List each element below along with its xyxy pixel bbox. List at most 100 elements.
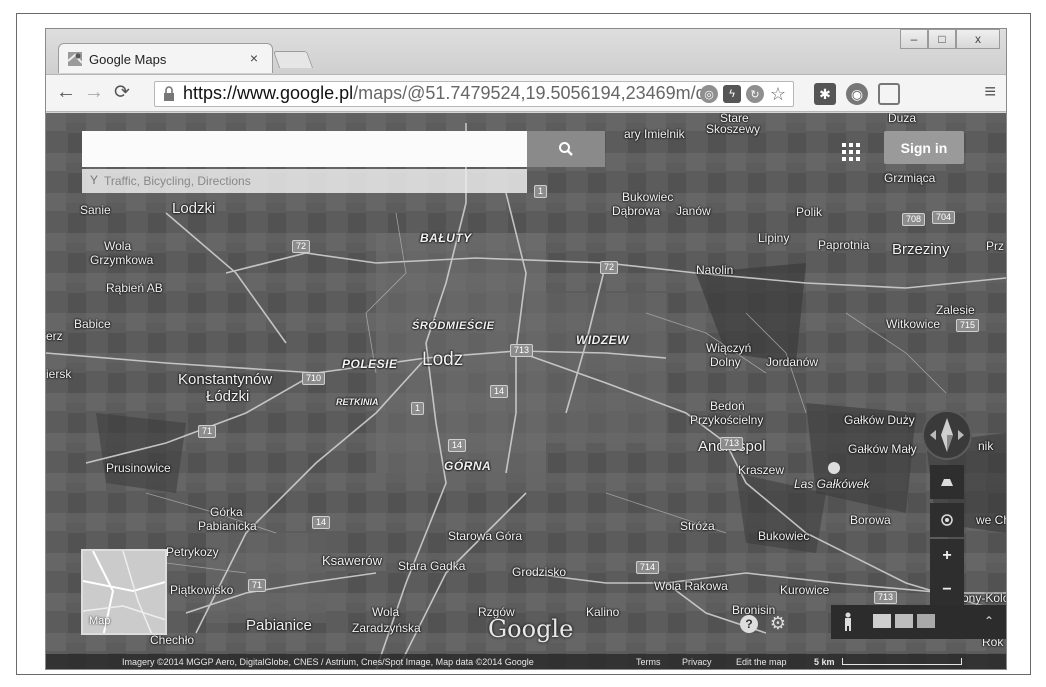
my-location-button[interactable]: [930, 503, 964, 537]
map-label: Górka: [210, 505, 243, 519]
tilt-view-button[interactable]: [930, 465, 964, 499]
map-label: Wola: [372, 605, 400, 619]
map-label: Gałków Mały: [848, 442, 917, 456]
poi-marker-icon[interactable]: [828, 462, 840, 474]
minimize-button[interactable]: –: [900, 29, 928, 49]
map-footer: Imagery ©2014 MGGP Aero, DigitalGlobe, C…: [46, 654, 1006, 669]
extension-asterisk-icon[interactable]: ✱: [814, 83, 836, 105]
hint-text: Traffic, Bicycling, Directions: [104, 174, 251, 188]
close-window-button[interactable]: x: [956, 29, 1000, 49]
location-target-icon: [941, 514, 953, 526]
map-label: Wola: [104, 239, 132, 253]
map-label: Kraszew: [738, 463, 785, 477]
url-path: /maps/@51.7479524,19.5056194,23469m/data…: [353, 83, 703, 103]
url-text: https://www.google.pl/maps/@51.7479524,1…: [183, 83, 703, 104]
map-canvas[interactable]: Duza Stare Skoszewy ary Imielnik Grzmiąc…: [46, 113, 1006, 669]
road-shield: 713: [720, 437, 744, 450]
directions-hint-bar[interactable]: Y Traffic, Bicycling, Directions: [82, 169, 527, 193]
sync-icon[interactable]: ↻: [746, 85, 764, 103]
search-icon: [559, 142, 573, 156]
lock-icon: [164, 86, 174, 101]
map-label: Natolin: [696, 263, 734, 277]
road-shield: 14: [448, 439, 467, 452]
map-label: Bukowiec: [622, 190, 674, 204]
road-shield: 713: [874, 591, 898, 604]
zoom-out-button[interactable]: −: [930, 573, 964, 607]
scale-label: 5 km: [814, 657, 835, 667]
new-tab-button[interactable]: [272, 51, 314, 68]
reload-icon[interactable]: ⟳: [114, 81, 130, 104]
zoom-in-button[interactable]: +: [930, 539, 964, 573]
back-arrow-icon[interactable]: ←: [56, 81, 76, 104]
terms-link[interactable]: Terms: [636, 654, 661, 669]
menu-icon[interactable]: ≡: [984, 81, 996, 104]
forward-arrow-icon[interactable]: →: [84, 81, 104, 104]
tab-google-maps[interactable]: Google Maps ×: [58, 43, 273, 73]
sign-in-button[interactable]: Sign in: [884, 131, 964, 164]
map-label: Dolny: [710, 355, 741, 369]
map-label: Rąbień AB: [106, 281, 163, 295]
road-shield: 71: [248, 579, 267, 592]
pegman-icon[interactable]: [841, 611, 855, 633]
tilt-icon: [941, 479, 953, 486]
road-shield: 715: [956, 319, 980, 332]
layer-thumbnail-earth[interactable]: [873, 614, 891, 628]
road-shield: 1: [411, 402, 425, 415]
maximize-button[interactable]: □: [928, 29, 956, 49]
map-label: Duza: [888, 113, 917, 125]
map-label: Piątkowisko: [170, 583, 234, 597]
apps-grid-icon[interactable]: [842, 143, 860, 161]
map-label: Babice: [74, 317, 111, 331]
settings-gear-icon[interactable]: ⚙: [768, 613, 788, 633]
map-label: Stara Gadka: [398, 559, 466, 573]
bookmark-star-icon[interactable]: ☆: [769, 84, 787, 104]
map-label: Lodzki: [172, 200, 216, 217]
extension-circle-icon[interactable]: ◎: [700, 85, 718, 103]
tab-close-icon[interactable]: ×: [250, 50, 258, 66]
address-bar[interactable]: https://www.google.pl/maps/@51.7479524,1…: [154, 81, 794, 107]
fullscreen-icon[interactable]: [878, 83, 900, 105]
map-label: Prz: [986, 239, 1004, 253]
privacy-link[interactable]: Privacy: [682, 654, 712, 669]
map-label: Lipiny: [758, 231, 790, 245]
district-label: GÓRNA: [444, 459, 492, 473]
minus-icon: −: [942, 581, 952, 598]
layer-thumbnail-traffic[interactable]: [895, 614, 913, 628]
edit-map-link[interactable]: Edit the map: [736, 654, 787, 669]
map-label: Borowa: [850, 513, 891, 527]
map-label: Stróża: [680, 519, 715, 533]
map-label: Bukowiec: [758, 529, 810, 543]
map-label: Petrykozy: [166, 545, 219, 559]
expand-chevron-icon[interactable]: ⌃: [981, 613, 997, 629]
extension-film-icon[interactable]: ◉: [846, 83, 868, 105]
scale-bar: [842, 658, 962, 665]
compass-rotate-control[interactable]: [922, 410, 972, 460]
map-label: Witkowice: [886, 317, 941, 331]
map-label: Las Gałkówek: [794, 477, 870, 491]
map-label: Kalino: [586, 605, 620, 619]
map-label: ary Imielnik: [624, 127, 685, 141]
layer-thumbnail-photos[interactable]: [917, 614, 935, 628]
map-label: erz: [46, 329, 63, 343]
search-input[interactable]: [82, 131, 527, 167]
map-label: Bedoń: [710, 399, 745, 413]
url-host: https://www.google.pl: [183, 83, 354, 103]
help-icon[interactable]: ?: [740, 615, 758, 633]
layers-bar: ⌃: [831, 605, 1006, 639]
minimap-label: Map: [89, 615, 111, 627]
road-shield: 71: [198, 425, 217, 438]
map-label: Janów: [676, 204, 711, 218]
map-label: Dąbrowa: [612, 204, 661, 218]
map-label: Chechło: [150, 633, 195, 647]
map-label: we Ch: [976, 513, 1006, 527]
search-button[interactable]: [527, 131, 605, 167]
road-shield: 14: [490, 385, 509, 398]
window-controls: – □ x: [900, 29, 1000, 49]
flash-icon[interactable]: ϟ: [723, 85, 741, 103]
map-view-toggle[interactable]: Map: [81, 549, 167, 635]
map-label: Pabianicka: [198, 519, 257, 533]
road-shield: 713: [510, 344, 534, 357]
map-label: Zaradzyńska: [352, 621, 421, 635]
map-label: Sanie: [80, 203, 111, 217]
plus-icon: +: [942, 547, 952, 564]
